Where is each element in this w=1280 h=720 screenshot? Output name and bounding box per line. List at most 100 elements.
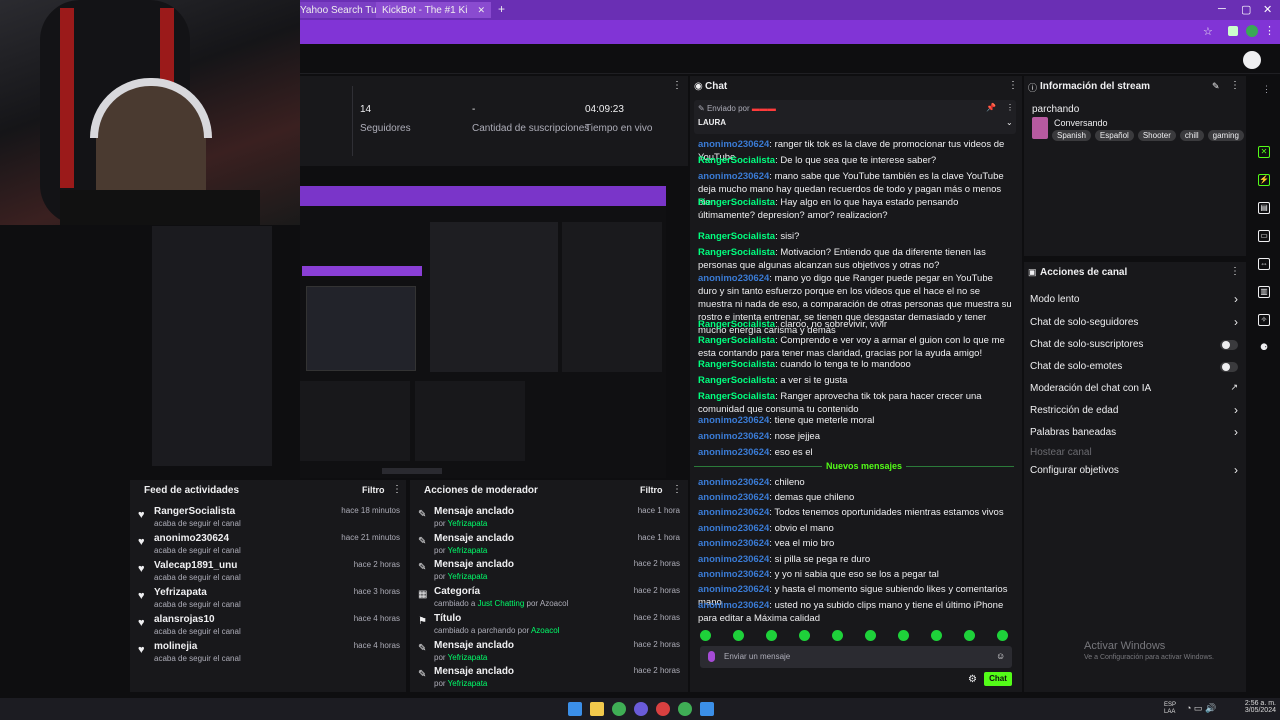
chrome-icon[interactable] <box>612 702 626 716</box>
chat-username[interactable]: anonimo230624 <box>698 554 769 565</box>
more-icon[interactable]: ⋮ <box>392 484 402 495</box>
message-icon[interactable]: ▭ <box>1258 230 1270 242</box>
chat-username[interactable]: RangerSocialista <box>698 247 775 258</box>
channel-action-item[interactable]: Moderación del chat con IA ↗ <box>1024 381 1246 399</box>
more-icon[interactable]: ⋮ <box>672 80 682 91</box>
chat-username[interactable]: anonimo230624 <box>698 569 769 580</box>
lightning-icon[interactable]: ⚡ <box>1258 174 1270 186</box>
gear-icon[interactable]: ⚙ <box>968 674 977 685</box>
mod-action-item[interactable]: ✎ Mensaje anclado por Yefrizapata hace 2 h… <box>418 640 680 664</box>
more-icon[interactable]: ⋮ <box>1264 24 1275 37</box>
mod-action-item[interactable]: ⚑ Título cambiado a parchando por Azoacol … <box>418 613 680 637</box>
mod-action-user[interactable]: Yefrizapata <box>448 572 488 581</box>
folder-icon[interactable] <box>590 702 604 716</box>
channel-action-item[interactable]: Chat de solo-emotes <box>1024 359 1246 377</box>
more-icon[interactable]: ⋮ <box>1006 103 1014 112</box>
chat-username[interactable]: anonimo230624 <box>698 171 769 182</box>
mod-action-item[interactable]: ✎ Mensaje anclado por Yefrizapata hace 1 h… <box>418 506 680 530</box>
telegram-icon[interactable] <box>700 702 714 716</box>
mod-action-item[interactable]: ✎ Mensaje anclado por Yefrizapata hace 2 h… <box>418 666 680 690</box>
feed-item[interactable]: ♥ Valecap1891_unu acaba de seguir el canal… <box>138 560 400 584</box>
chat-username[interactable]: anonimo230624 <box>698 273 769 284</box>
chat-username[interactable]: anonimo230624 <box>698 477 769 488</box>
feed-item[interactable]: ♥ RangerSocialista acaba de seguir el cana… <box>138 506 400 530</box>
channel-action-item[interactable]: Chat de solo-seguidores › <box>1024 315 1246 333</box>
chat-username[interactable]: RangerSocialista <box>698 155 775 166</box>
pin-icon[interactable]: 📌 <box>986 103 996 112</box>
feed-user[interactable]: anonimo230624 <box>154 533 229 544</box>
more-icon[interactable]: ⋮ <box>1262 84 1271 95</box>
mod-action-user[interactable]: Yefrizapata <box>448 519 488 528</box>
document-icon[interactable]: ▤ <box>1258 202 1270 214</box>
mod-action-user[interactable]: Just Chatting <box>478 599 525 608</box>
chat-username[interactable]: anonimo230624 <box>698 492 769 503</box>
chat-username[interactable]: anonimo230624 <box>698 447 769 458</box>
filter-button[interactable]: Filtro <box>640 485 663 495</box>
emote-icon[interactable] <box>832 630 843 641</box>
obs-icon[interactable] <box>634 702 648 716</box>
feed-user[interactable]: Valecap1891_unu <box>154 560 237 571</box>
more-icon[interactable]: ⋮ <box>672 484 682 495</box>
mod-action-item[interactable]: ✎ Mensaje anclado por Yefrizapata hace 1 h… <box>418 533 680 557</box>
emote-icon[interactable] <box>865 630 876 641</box>
mod-action-user[interactable]: Yefrizapata <box>448 653 488 662</box>
minimize-icon[interactable]: ─ <box>1218 3 1226 15</box>
chat-username[interactable]: RangerSocialista <box>698 319 775 330</box>
clock[interactable]: 2:56 a. m. 3/05/2024 <box>1236 700 1276 714</box>
emote-icon[interactable] <box>931 630 942 641</box>
mod-action-item[interactable]: ✎ Mensaje anclado por Yefrizapata hace 2 h… <box>418 559 680 583</box>
tool-icon[interactable]: ✕ <box>1258 146 1270 158</box>
language-indicator[interactable]: ESP LAA <box>1164 702 1178 716</box>
feed-item[interactable]: ♥ alansrojas10 acaba de seguir el canal hac… <box>138 614 400 638</box>
chat-username[interactable]: RangerSocialista <box>698 231 775 242</box>
feed-item[interactable]: ♥ anonimo230624 acaba de seguir el canal ha… <box>138 533 400 557</box>
mod-action-item[interactable]: ▦ Categoría cambiado a Just Chatting por A… <box>418 586 680 610</box>
stream-tag[interactable]: Spanish <box>1052 130 1091 141</box>
emote-icon[interactable] <box>766 630 777 641</box>
stream-preview[interactable] <box>152 186 666 478</box>
maximize-icon[interactable]: ▢ <box>1241 3 1251 16</box>
stream-tag[interactable]: chill <box>1179 130 1204 141</box>
arrows-icon[interactable]: ⇔ <box>1258 258 1270 270</box>
emote-icon[interactable] <box>997 630 1008 641</box>
chat-username[interactable]: anonimo230624 <box>698 507 769 518</box>
chat-username[interactable]: anonimo230624 <box>698 431 769 442</box>
chat-username[interactable]: anonimo230624 <box>698 538 769 549</box>
emote-icon[interactable] <box>700 630 711 641</box>
chevron-right-icon[interactable]: › <box>1234 463 1238 477</box>
group-icon[interactable]: ⚈ <box>1260 342 1268 353</box>
feed-item[interactable]: ♥ Yefrizapata acaba de seguir el canal hace… <box>138 587 400 611</box>
smiley-icon[interactable]: ☺ <box>996 651 1005 661</box>
chat-username[interactable]: anonimo230624 <box>698 139 769 150</box>
more-icon[interactable]: ⋮ <box>1230 80 1240 91</box>
app-icon[interactable] <box>656 702 670 716</box>
emote-icon[interactable] <box>898 630 909 641</box>
chat-username[interactable]: anonimo230624 <box>698 415 769 426</box>
chat-username[interactable]: anonimo230624 <box>698 584 769 595</box>
emote-icon[interactable] <box>733 630 744 641</box>
mod-action-user[interactable]: Azoacol <box>531 626 559 635</box>
emote-icon[interactable] <box>964 630 975 641</box>
filter-button[interactable]: Filtro <box>362 485 385 495</box>
chat-input[interactable]: Enviar un mensaje ☺ <box>700 646 1012 668</box>
feed-user[interactable]: RangerSocialista <box>154 506 235 517</box>
chat-username[interactable]: RangerSocialista <box>698 197 775 208</box>
profile-icon[interactable] <box>1246 25 1258 37</box>
close-icon[interactable]: ✕ <box>477 5 485 16</box>
chevron-right-icon[interactable]: › <box>1234 315 1238 329</box>
extension-icon[interactable] <box>1228 26 1238 36</box>
channel-action-item[interactable]: Palabras baneadas › <box>1024 425 1246 443</box>
chat-send-button[interactable]: Chat <box>984 672 1012 686</box>
emote-icon[interactable] <box>799 630 810 641</box>
pinned-message[interactable]: ✎ Enviado por ▬▬▬ LAURA 📌 ⋮ ⌄ <box>694 100 1016 134</box>
wifi-icon[interactable]: ◔ ▭ 🔊 <box>1186 703 1216 714</box>
channel-action-item[interactable]: Modo lento › <box>1024 292 1246 310</box>
feed-user[interactable]: molinejia <box>154 641 197 652</box>
chat-username[interactable]: RangerSocialista <box>698 335 775 346</box>
stream-tag[interactable]: gaming <box>1207 130 1244 141</box>
chevron-right-icon[interactable]: › <box>1234 292 1238 306</box>
chat-username[interactable]: anonimo230624 <box>698 600 769 611</box>
mod-action-user[interactable]: Yefrizapata <box>448 546 488 555</box>
wrench-icon[interactable]: ✧ <box>1258 314 1270 326</box>
stream-tag[interactable]: Shooter <box>1137 130 1176 141</box>
